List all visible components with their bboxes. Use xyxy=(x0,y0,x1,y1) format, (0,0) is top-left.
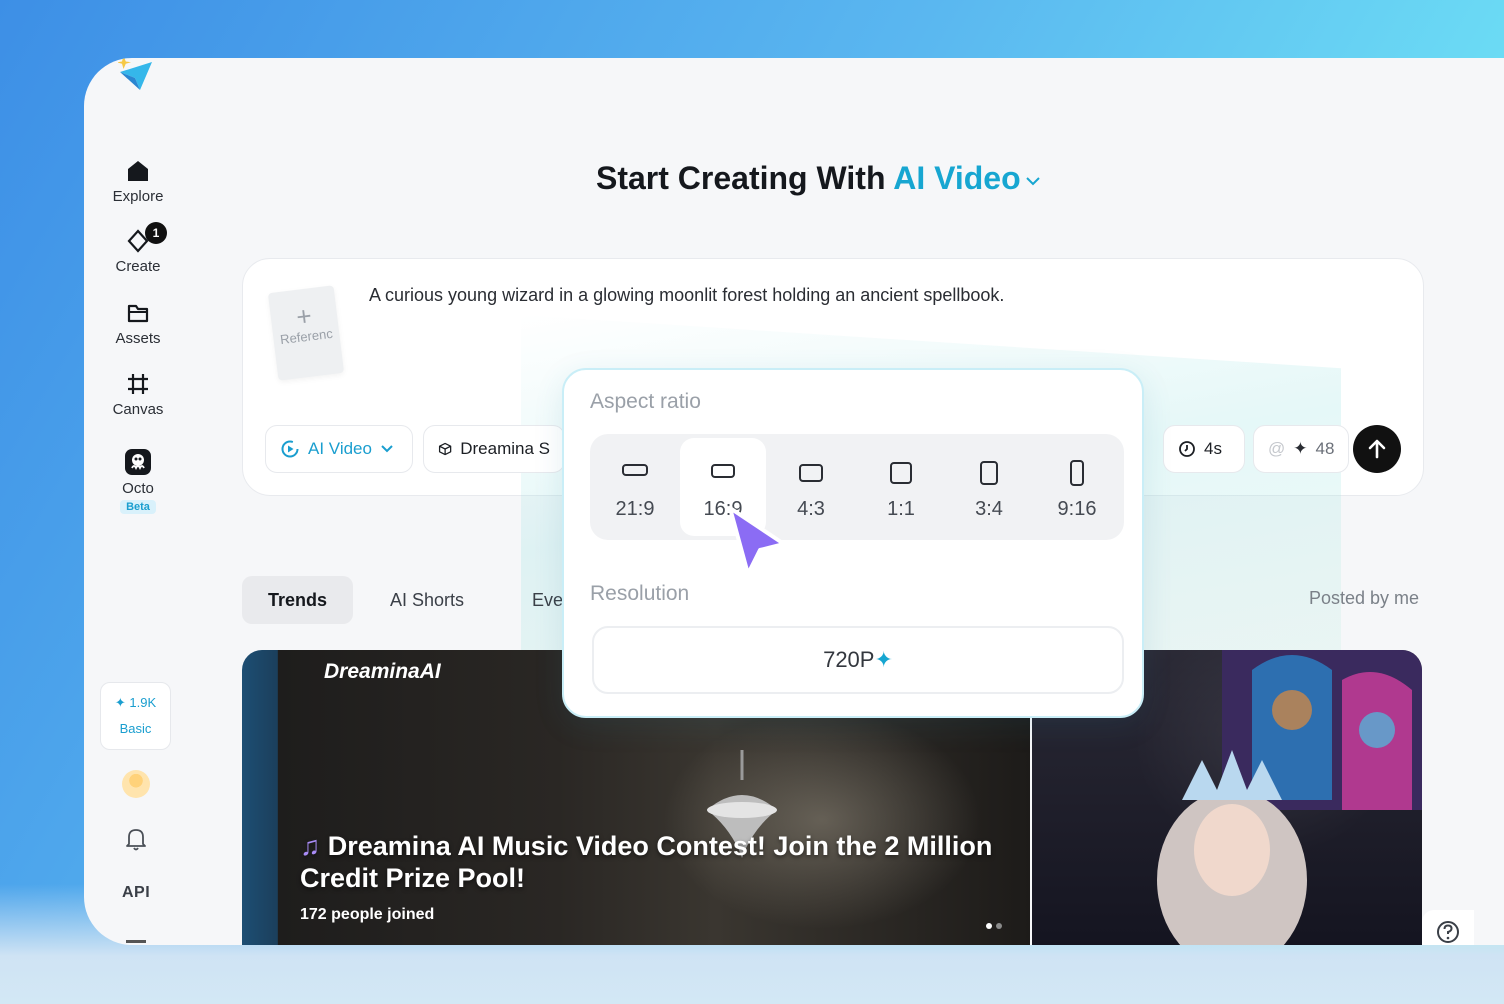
sidebar-item-explore[interactable]: Explore xyxy=(94,158,182,205)
arrow-up-icon xyxy=(1368,439,1386,459)
sidebar-item-label: Octo xyxy=(122,480,154,497)
sidebar-item-assets[interactable]: Assets xyxy=(94,300,182,347)
credits-amount: 1.9K xyxy=(129,695,157,710)
page-title: Start Creating With AI Video xyxy=(596,160,1041,197)
ratio-4-3-icon xyxy=(799,464,823,482)
question-icon xyxy=(1437,921,1459,943)
ratio-21-9-icon xyxy=(622,464,648,476)
resolution-title: Resolution xyxy=(590,582,690,605)
chevron-down-icon xyxy=(381,445,393,453)
sidebar-item-label: Canvas xyxy=(112,401,164,418)
sidebar-item-create[interactable]: 1 Create xyxy=(94,222,182,275)
menu-icon[interactable] xyxy=(126,940,146,943)
music-note-icon: ♫ xyxy=(300,831,321,861)
banner-joined-count: 172 people joined xyxy=(300,906,435,923)
aspect-ratio-title: Aspect ratio xyxy=(590,390,701,413)
banner-title-text: Dreamina AI Music Video Contest! Join th… xyxy=(300,831,993,893)
aspect-option-label: 3:4 xyxy=(975,498,1003,520)
cube-icon xyxy=(438,442,452,456)
plan-label: Basic xyxy=(119,721,152,736)
chevron-down-icon xyxy=(1025,176,1040,185)
sidebar: Explore 1 Create Assets Canvas Octo Beta… xyxy=(84,58,194,945)
octo-icon xyxy=(125,449,151,475)
model-label: Dreamina S xyxy=(460,439,550,458)
carousel-dots[interactable] xyxy=(986,916,1006,934)
sidebar-item-canvas[interactable]: Canvas xyxy=(94,371,182,418)
duration-label: 4s xyxy=(1204,439,1222,458)
mouse-cursor-icon xyxy=(728,506,786,576)
mode-dropdown[interactable]: AI Video xyxy=(265,425,413,473)
canvas-icon xyxy=(128,374,148,394)
help-button[interactable] xyxy=(1422,910,1474,945)
spark-icon: ✦ xyxy=(114,695,126,710)
aspect-option-3-4[interactable]: 3:4 xyxy=(946,438,1032,536)
model-dropdown[interactable]: Dreamina S xyxy=(423,425,565,473)
ratio-9-16-icon xyxy=(1070,460,1084,486)
aspect-option-1-1[interactable]: 1:1 xyxy=(858,438,944,536)
beta-badge: Beta xyxy=(120,500,156,514)
aspect-ratio-popup: Aspect ratio 21:9 16:9 4:3 1:1 3:4 9:16 … xyxy=(562,368,1144,718)
resolution-value: 720P xyxy=(823,647,875,672)
credit-cost: @ ✦ 48 xyxy=(1253,425,1349,473)
home-icon xyxy=(128,161,148,181)
mode-selector[interactable]: AI Video xyxy=(893,160,1040,196)
ratio-16-9-icon xyxy=(711,464,735,478)
bell-icon[interactable] xyxy=(124,826,148,852)
mode-dropdown-label: AI Video xyxy=(308,439,372,458)
prompt-input[interactable]: A curious young wizard in a glowing moon… xyxy=(369,285,1004,306)
tab-ai-shorts[interactable]: AI Shorts xyxy=(364,576,490,624)
credit-cost-value: 48 xyxy=(1315,439,1335,458)
create-icon-wrap: 1 xyxy=(125,222,167,254)
tab-trends[interactable]: Trends xyxy=(242,576,354,624)
resolution-option-720p[interactable]: 720P✦ xyxy=(592,626,1124,694)
sidebar-item-label: Create xyxy=(115,258,161,275)
ratio-3-4-icon xyxy=(980,461,998,485)
clock-icon xyxy=(1179,441,1195,457)
credits-card[interactable]: ✦ 1.9K Basic xyxy=(100,682,171,750)
aspect-option-label: 21:9 xyxy=(615,498,655,520)
api-link[interactable]: API xyxy=(122,884,150,902)
aspect-option-9-16[interactable]: 9:16 xyxy=(1034,438,1120,536)
avatar[interactable] xyxy=(122,770,150,798)
duration-dropdown[interactable]: 4s xyxy=(1163,425,1245,473)
aspect-ratio-options: 21:9 16:9 4:3 1:1 3:4 9:16 xyxy=(590,434,1124,540)
send-button[interactable] xyxy=(1353,425,1401,473)
aspect-option-label: 9:16 xyxy=(1057,498,1097,520)
mode-label: AI Video xyxy=(893,160,1021,196)
create-badge: 1 xyxy=(145,222,167,244)
at-icon[interactable]: @ xyxy=(1268,439,1285,459)
reference-upload[interactable]: + Referenc xyxy=(267,285,345,381)
folder-icon xyxy=(127,304,149,323)
sidebar-item-label: Assets xyxy=(115,330,161,347)
sidebar-item-label: Explore xyxy=(112,188,164,205)
title-prefix: Start Creating With xyxy=(596,160,886,196)
video-icon xyxy=(281,440,299,458)
spark-icon: ✦ xyxy=(874,647,893,672)
posted-by-me-toggle[interactable]: Posted by me xyxy=(1309,588,1419,609)
banner-title: ♫ Dreamina AI Music Video Contest! Join … xyxy=(300,830,1030,894)
spark-icon: ✦ xyxy=(1293,439,1308,458)
ratio-1-1-icon xyxy=(890,462,912,484)
aspect-option-21-9[interactable]: 21:9 xyxy=(592,438,678,536)
banner-logo: DreaminaAI xyxy=(324,660,441,683)
dreamina-logo xyxy=(118,58,152,90)
aspect-option-label: 1:1 xyxy=(887,498,915,520)
sidebar-item-octo[interactable]: Octo Beta xyxy=(94,448,182,514)
